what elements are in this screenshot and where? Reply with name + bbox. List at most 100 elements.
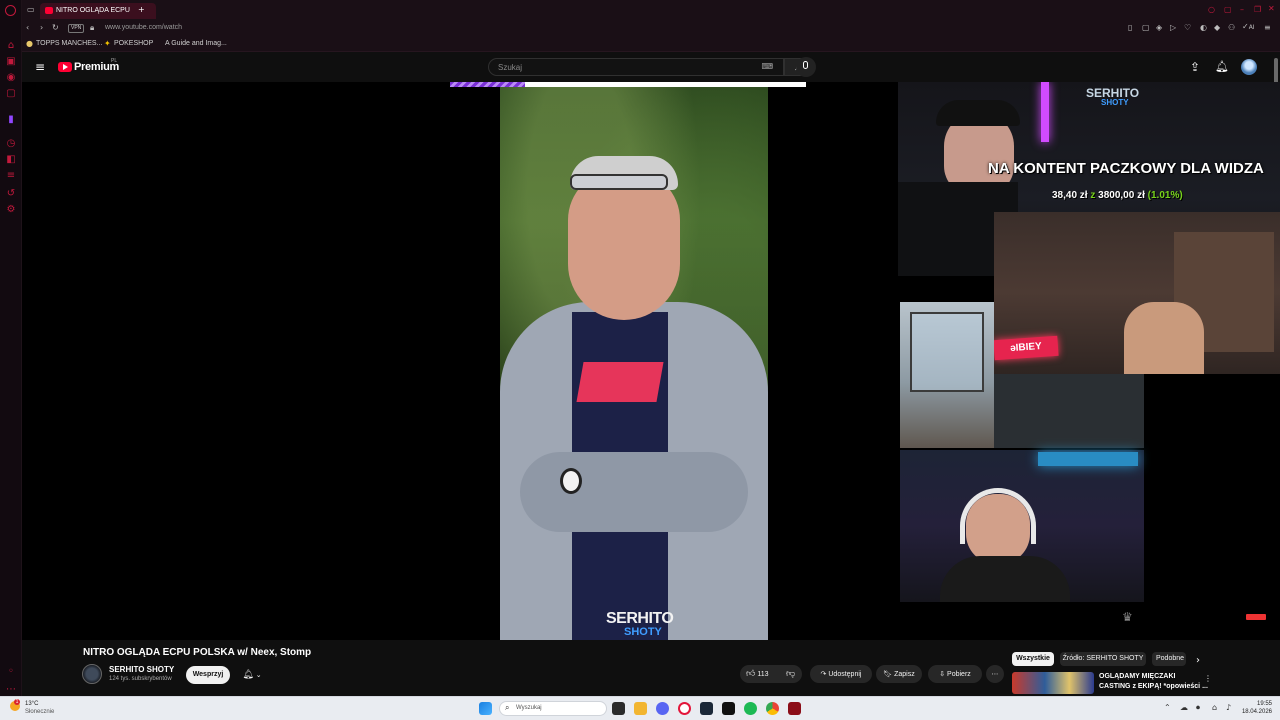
channel-name[interactable]: SERHITO SHOTY — [109, 665, 174, 674]
tray-network-icon[interactable]: ⌂ — [1212, 703, 1217, 712]
dark-corner-cam — [994, 374, 1144, 448]
chrome-icon[interactable] — [766, 702, 779, 715]
file-explorer-icon[interactable] — [634, 702, 647, 715]
goal-progress: 38,40 zł z 3800,00 zł (1.01%) — [1052, 190, 1183, 201]
sidebar-instagram-icon[interactable]: ▢ — [5, 88, 17, 100]
sidebar-messenger-icon[interactable]: ◉ — [5, 72, 17, 84]
forward-icon[interactable]: › — [40, 23, 43, 32]
notifications-icon[interactable]: 🔔︎ — [1215, 60, 1229, 73]
url-field[interactable]: www.youtube.com/watch — [105, 24, 182, 31]
opera-gx-icon[interactable] — [678, 702, 691, 715]
menu-icon[interactable]: ≡ — [1264, 23, 1271, 32]
guide-menu-icon[interactable]: ≡ — [35, 60, 45, 74]
tray-mic-icon[interactable]: ⏺ — [1196, 703, 1200, 713]
channel-avatar[interactable] — [82, 664, 102, 684]
spotify-icon[interactable] — [744, 702, 757, 715]
sidebar-extensions-icon[interactable]: ◦ — [5, 666, 17, 678]
aria-ai-icon[interactable]: ✓AI — [1242, 22, 1255, 31]
start-icon[interactable] — [479, 702, 492, 715]
ai-label: AI — [1248, 24, 1255, 31]
video-player[interactable]: SERHITO SHOTY SERHITO SHOTY NA KONTENT P… — [22, 82, 1280, 640]
search-input[interactable]: Szukaj ⌨ — [488, 58, 784, 76]
snapshot-icon[interactable]: ▢ — [1224, 5, 1232, 14]
search-tabs-icon[interactable]: ○ — [1208, 5, 1215, 14]
bookmark-icon: 🔖︎ — [883, 670, 893, 678]
chip-all[interactable]: Wszystkie — [1012, 652, 1054, 666]
back-icon[interactable]: ‹ — [26, 23, 29, 32]
youtube-logo-icon[interactable] — [58, 62, 72, 72]
support-button[interactable]: Wesprzyj — [186, 666, 230, 684]
upload-icon[interactable]: ⇪ — [1190, 60, 1200, 74]
sidebar-more-icon[interactable]: ⋯ — [5, 684, 17, 696]
more-actions-icon[interactable]: ⋯ — [986, 665, 1004, 683]
player-icon[interactable]: ▷ — [1170, 23, 1176, 32]
game-launcher-icon[interactable] — [788, 702, 801, 715]
sidebar-list-icon[interactable]: ≡ — [5, 170, 17, 182]
youtube-corner-icon — [1246, 614, 1266, 620]
chevron-right-icon[interactable]: › — [1196, 655, 1200, 666]
sidebar-history-icon[interactable]: ↺ — [5, 188, 17, 200]
avatar[interactable] — [1241, 59, 1257, 75]
neon-light — [1041, 82, 1049, 142]
tray-cloud-icon[interactable]: ☁ — [1180, 703, 1188, 712]
like-icon[interactable]: 👍︎ — [746, 669, 755, 679]
share-button[interactable]: ↷ Udostępnij — [810, 665, 872, 683]
tray-overflow-icon[interactable]: ⌃ — [1164, 703, 1171, 712]
like-count[interactable]: 113 — [757, 671, 768, 678]
steam-icon[interactable] — [700, 702, 713, 715]
download-button[interactable]: ⇩ Pobierz — [928, 665, 982, 683]
tab-menu-icon[interactable]: ▭ — [27, 5, 35, 14]
tray-volume-icon[interactable]: ♪ — [1226, 703, 1231, 712]
minimize-icon[interactable]: – — [1240, 5, 1244, 14]
extensions-icon[interactable]: ◆ — [1214, 23, 1220, 32]
close-icon[interactable]: ✕ — [1268, 4, 1275, 13]
heart-icon[interactable]: ♡ — [1184, 23, 1191, 32]
task-view-icon[interactable] — [612, 702, 625, 715]
reload-icon[interactable]: ↻ — [52, 23, 59, 32]
chevron-down-icon: ⌄ — [255, 671, 262, 679]
messenger-icon[interactable]: ◐ — [1200, 23, 1207, 32]
maximize-icon[interactable]: ❐ — [1254, 5, 1261, 14]
recommended-thumbnail[interactable] — [1012, 672, 1094, 694]
clock-time[interactable]: 19:55 — [1242, 701, 1272, 707]
chip-similar[interactable]: Podobne — [1152, 652, 1186, 666]
sidebar-home-icon[interactable]: ⌂ — [5, 40, 17, 52]
sidebar-settings-icon[interactable]: ⚙ — [5, 204, 17, 216]
recommended-more-icon[interactable]: ⋮ — [1204, 674, 1212, 683]
weather-temp: 13°C — [25, 701, 39, 707]
vpn-badge[interactable]: VPN — [68, 24, 85, 33]
account-icon[interactable]: ⚇ — [1228, 23, 1235, 32]
sidebar-clock-icon[interactable]: ◷ — [5, 138, 17, 150]
terminal-icon[interactable] — [722, 702, 735, 715]
recommended-title-2[interactable]: CASTING z EKIPĄ! *opowieści ... — [1099, 683, 1208, 690]
bookmark-3[interactable]: A Guide and Imag... — [165, 40, 227, 47]
discord-icon[interactable] — [656, 702, 669, 715]
weather-desc: Słonecznie — [25, 709, 55, 715]
bookmark-1-icon: ● — [26, 39, 33, 48]
chip-source[interactable]: Źródło: SERHITO SHOTY — [1060, 652, 1146, 666]
opera-logo-icon[interactable] — [5, 5, 16, 16]
shield-icon[interactable]: ◈ — [1156, 23, 1162, 32]
new-tab-icon[interactable]: + — [138, 5, 145, 14]
window-cam — [900, 302, 994, 448]
sidebar-bookmark-icon[interactable]: ▣ — [5, 56, 17, 68]
bookmark-1[interactable]: TOPPS MANCHES... — [36, 40, 102, 47]
subscription-bell-button[interactable]: 🔔︎ ⌄ — [234, 666, 270, 684]
download-label: Pobierz — [947, 671, 971, 678]
dislike-icon[interactable]: 👎︎ — [786, 665, 795, 683]
capture-icon[interactable]: ▢ — [1142, 23, 1150, 32]
address-bar-row: ‹ › ↻ VPN 🔒︎ www.youtube.com/watch ▯ ▢ ◈… — [22, 20, 1280, 36]
recommended-title-1[interactable]: OGLĄDAMY MIĘCZAKI — [1099, 673, 1175, 680]
wrist-watch — [560, 468, 582, 494]
sidebar-twitch-icon[interactable]: ▮ — [5, 114, 17, 126]
bookmark-2[interactable]: POKESHOP — [114, 40, 153, 47]
voice-search-button[interactable] — [796, 57, 816, 77]
channel-watermark-icon: ♛ — [1122, 610, 1133, 624]
snapshot-tool-icon[interactable]: ▯ — [1128, 23, 1132, 32]
taskbar-search[interactable]: ⌕ Wyszukaj — [499, 701, 607, 716]
save-button[interactable]: 🔖︎ Zapisz — [876, 665, 922, 683]
keyboard-icon[interactable]: ⌨ — [761, 62, 773, 71]
browser-sidebar: ⌂ ▣ ◉ ▢ ▮ ◷ ◧ ≡ ↺ ⚙ ◦ ⋯ — [0, 0, 22, 720]
clock-date[interactable]: 18.04.2026 — [1236, 709, 1272, 715]
sidebar-cube-icon[interactable]: ◧ — [5, 154, 17, 166]
